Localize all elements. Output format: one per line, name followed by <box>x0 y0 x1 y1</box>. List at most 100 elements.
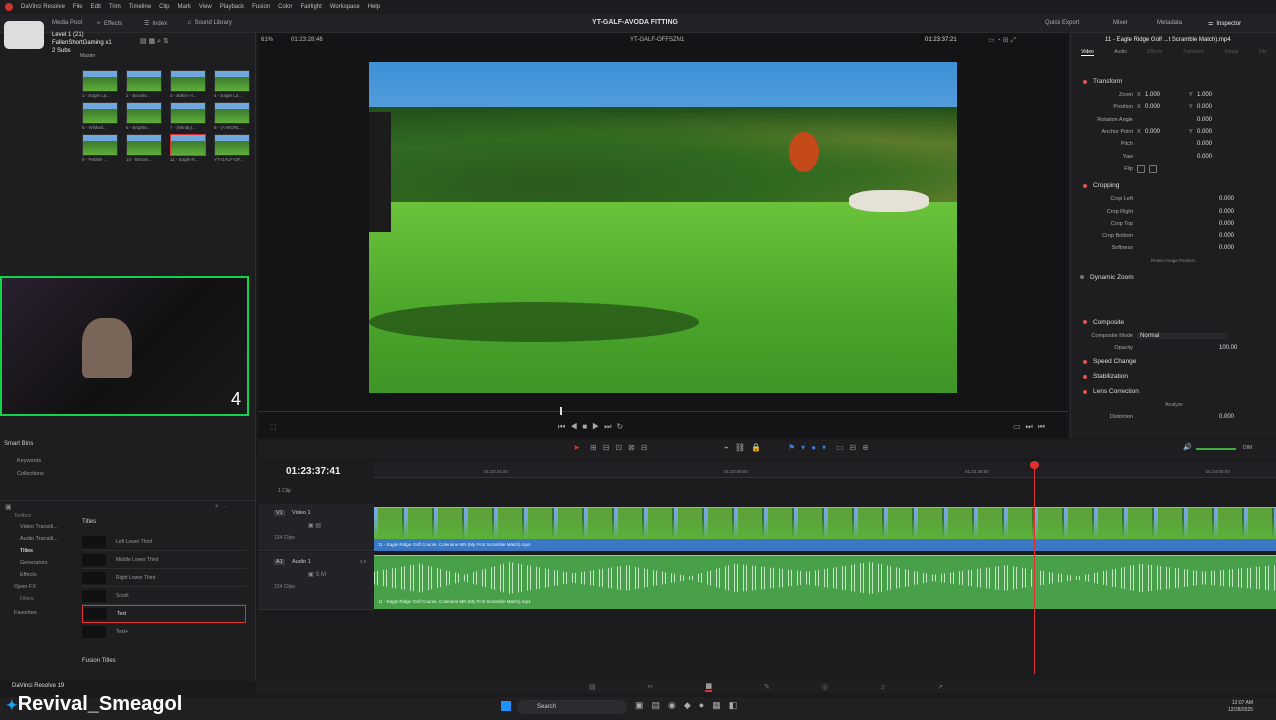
media-clip[interactable]: 10 - Broom... <box>126 134 170 162</box>
enable-dot[interactable] <box>1083 359 1087 364</box>
pitch-value[interactable]: 0.000 <box>1197 141 1212 147</box>
edit-tools[interactable]: ⊞⊟⊡⊠⊟ <box>590 443 654 452</box>
title-item[interactable]: Left Lower Third <box>82 533 246 551</box>
media-clip[interactable]: 8 - (A WORL... <box>214 102 258 130</box>
flip-horizontal-icon[interactable] <box>1137 164 1145 173</box>
title-item-selected[interactable]: Text <box>82 605 246 623</box>
search-icon[interactable]: ⌕ ⋯ <box>215 503 228 511</box>
transport-controls[interactable]: ⏮◀■▶⏭↻ <box>558 422 628 432</box>
enable-dot[interactable] <box>1083 79 1087 84</box>
crop-value[interactable]: 0.000 <box>1219 196 1234 202</box>
tab-index[interactable]: ☰ Index <box>144 20 167 28</box>
scrubber-head[interactable] <box>560 407 562 415</box>
retain-image-position[interactable]: Retain Image Position <box>1071 255 1276 267</box>
playhead-handle[interactable] <box>1030 461 1039 469</box>
menu-item-fairlight[interactable]: Fairlight <box>300 4 321 10</box>
bin-master[interactable]: Master <box>80 53 95 59</box>
opacity-value[interactable]: 100.00 <box>1219 345 1237 351</box>
zoom-y[interactable]: 1.000 <box>1197 92 1212 98</box>
position-x[interactable]: 0.000 <box>1145 104 1189 110</box>
track-name[interactable]: Audio 1 <box>292 559 311 565</box>
menu-item-playback[interactable]: Playback <box>220 4 244 10</box>
crop-value[interactable]: 0.000 <box>1219 209 1234 215</box>
media-clip[interactable]: 1 - Eagle La... <box>82 70 126 98</box>
section-stabilization[interactable]: Stabilization <box>1071 369 1276 384</box>
category-filters[interactable]: Filters <box>0 596 72 610</box>
category-video-transitions[interactable]: Video Transiti... <box>0 524 72 536</box>
title-item[interactable]: Middle Lower Third <box>82 551 246 569</box>
enable-dot[interactable] <box>1083 374 1087 379</box>
snap-link-tools[interactable]: ⌁⛓🔒 <box>724 443 767 452</box>
title-item[interactable]: Text+ <box>82 623 246 641</box>
media-clip[interactable]: 5 - Wildwd... <box>82 102 126 130</box>
volume-slider[interactable] <box>1196 448 1236 450</box>
scrubber-track[interactable] <box>258 411 1068 412</box>
viewer-right-controls[interactable]: ▭⏭⏮ <box>1013 422 1050 432</box>
menu-item-fusion[interactable]: Fusion <box>252 4 270 10</box>
analyze-button[interactable]: Analyze <box>1071 399 1276 410</box>
flag-marker-tools[interactable]: ⚑▾●▾ <box>788 443 832 452</box>
deliver-page-icon[interactable]: ➚ <box>937 683 943 691</box>
media-clip[interactable]: 6 - Brighte... <box>126 102 170 130</box>
anchor-y[interactable]: 0.000 <box>1197 129 1212 135</box>
section-dynamic-zoom[interactable]: Dynamic Zoom <box>1071 270 1276 285</box>
category-effects[interactable]: Effects <box>0 572 72 584</box>
menu-item-help[interactable]: Help <box>368 4 380 10</box>
smart-bin-collections[interactable]: Collections <box>17 471 44 477</box>
distortion-value[interactable]: 0.000 <box>1219 414 1234 420</box>
crop-value[interactable]: 0.000 <box>1219 221 1234 227</box>
enable-dot[interactable] <box>1083 183 1087 188</box>
section-lens-correction[interactable]: Lens Correction <box>1071 384 1276 399</box>
cut-page-icon[interactable]: ✂ <box>648 683 654 691</box>
category-generators[interactable]: Generators <box>0 560 72 572</box>
media-clip[interactable]: YT-GALF-OF... <box>214 134 258 162</box>
enable-dot[interactable] <box>1083 320 1087 325</box>
menu-item-view[interactable]: View <box>199 4 212 10</box>
app-name[interactable]: DaVinci Resolve <box>21 4 65 10</box>
taskbar-apps[interactable]: ▣▤◉◆●▦◧ <box>635 700 745 711</box>
track-controls-icon[interactable]: ▣ ▤ <box>308 522 321 529</box>
crop-value[interactable]: 0.000 <box>1219 233 1234 239</box>
category-titles[interactable]: Titles <box>0 548 72 560</box>
windows-start-icon[interactable] <box>501 701 511 711</box>
softness-value[interactable]: 0.000 <box>1219 245 1234 251</box>
viewer-transform-icon[interactable]: ⬚ <box>270 423 277 431</box>
tab-mixer[interactable]: Mixer <box>1113 20 1128 26</box>
tab-effects[interactable]: ✧ Effects <box>96 20 122 28</box>
video-clip[interactable]: 11 - Eagle Ridge Golf Course, Coleraine … <box>374 507 1276 552</box>
composite-mode-select[interactable]: Normal <box>1137 333 1227 339</box>
media-clip[interactable]: 4 - Eagle La... <box>214 70 258 98</box>
rotation-value[interactable]: 0.000 <box>1197 117 1212 123</box>
title-item[interactable]: Right Lower Third <box>82 569 246 587</box>
track-controls-icon[interactable]: ▣ S M <box>308 571 326 578</box>
tab-media-pool[interactable]: Media Pool <box>52 20 82 26</box>
playhead[interactable] <box>1034 462 1035 674</box>
section-transform[interactable]: Transform <box>1071 74 1276 89</box>
tab-metadata[interactable]: Metadata <box>1157 20 1182 26</box>
audio-clip[interactable]: 11 - Eagle Ridge Golf Course, Coleraine … <box>374 555 1276 609</box>
category-toolbox[interactable]: Toolbox <box>0 513 72 524</box>
media-page-icon[interactable]: ▤ <box>589 683 596 691</box>
section-speed-change[interactable]: Speed Change <box>1071 354 1276 369</box>
edit-page-icon[interactable]: ▦ <box>705 682 712 692</box>
track-name[interactable]: Video 1 <box>292 510 311 516</box>
zoom-tools[interactable]: ▭⊟⊕ <box>836 443 875 452</box>
tab-file[interactable]: File <box>1259 49 1267 56</box>
section-composite[interactable]: Composite <box>1071 315 1276 330</box>
media-clip[interactable]: 9 - Pebble ... <box>82 134 126 162</box>
section-cropping[interactable]: Cropping <box>1071 178 1276 193</box>
category-favorites[interactable]: Favorites <box>0 610 72 622</box>
tab-audio[interactable]: Audio <box>1114 49 1127 56</box>
timeline-selector[interactable]: YT-GALF-OFFSZN1 <box>630 37 684 43</box>
panel-toggle-icon[interactable]: ▣ <box>5 503 12 511</box>
menu-item-file[interactable]: File <box>73 4 83 10</box>
category-audio-transitions[interactable]: Audio Transiti... <box>0 536 72 548</box>
enable-dot[interactable] <box>1083 389 1087 394</box>
fusion-page-icon[interactable]: ✎ <box>764 683 770 691</box>
menu-item-trim[interactable]: Trim <box>109 4 121 10</box>
zoom-level[interactable]: 61% <box>261 37 273 43</box>
tab-transition[interactable]: Transition <box>1183 49 1205 56</box>
menu-item-color[interactable]: Color <box>278 4 292 10</box>
menu-item-clip[interactable]: Clip <box>159 4 169 10</box>
system-clock[interactable]: 12:07 AM 12/28/2025 <box>1228 700 1253 714</box>
